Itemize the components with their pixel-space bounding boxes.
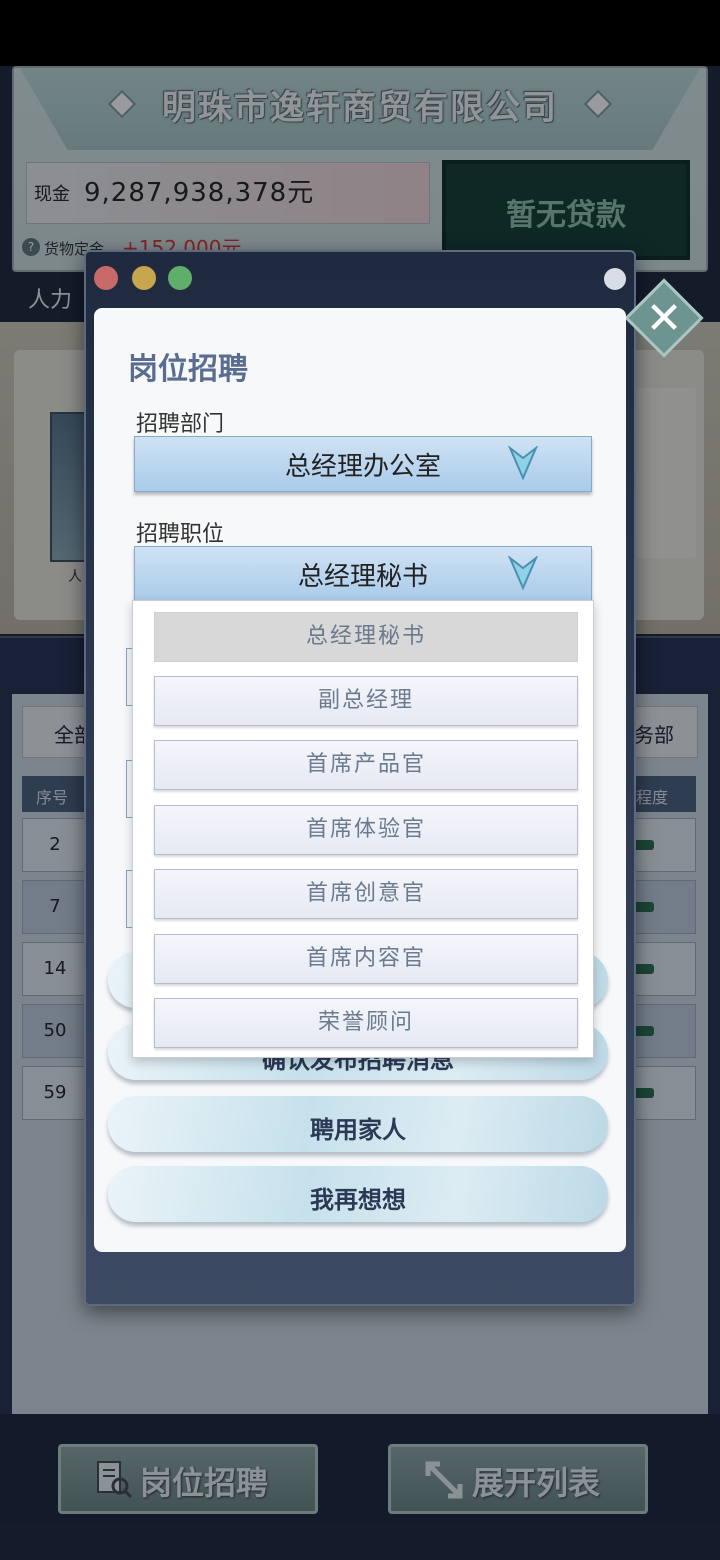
window-dot-green-icon [168,266,192,290]
dropdown-option-label: 总经理秘书 [305,624,426,649]
status-bar [0,0,720,66]
dialog-title: 岗位招聘 [128,352,248,387]
window-dot-red-icon [94,266,118,290]
think-again-button-label: 我再想想 [310,1186,406,1214]
close-icon: ✕ [645,293,683,344]
position-label: 招聘职位 [136,522,225,547]
hire-family-button-label: 聘用家人 [310,1116,406,1144]
window-dot-yellow-icon [132,266,156,290]
dropdown-option-label: 首席内容官 [305,946,426,971]
dropdown-option-label: 首席创意官 [305,881,426,906]
chevron-down-icon [507,554,539,591]
dropdown-option-label: 首席体验官 [305,817,426,842]
department-label: 招聘部门 [136,412,225,437]
dropdown-option-label: 副总经理 [317,688,414,713]
dropdown-option-label: 首席产品官 [305,752,426,777]
dropdown-option-label: 荣誉顾问 [317,1010,414,1035]
window-circle-icon [604,268,626,290]
chevron-down-icon [507,444,539,481]
